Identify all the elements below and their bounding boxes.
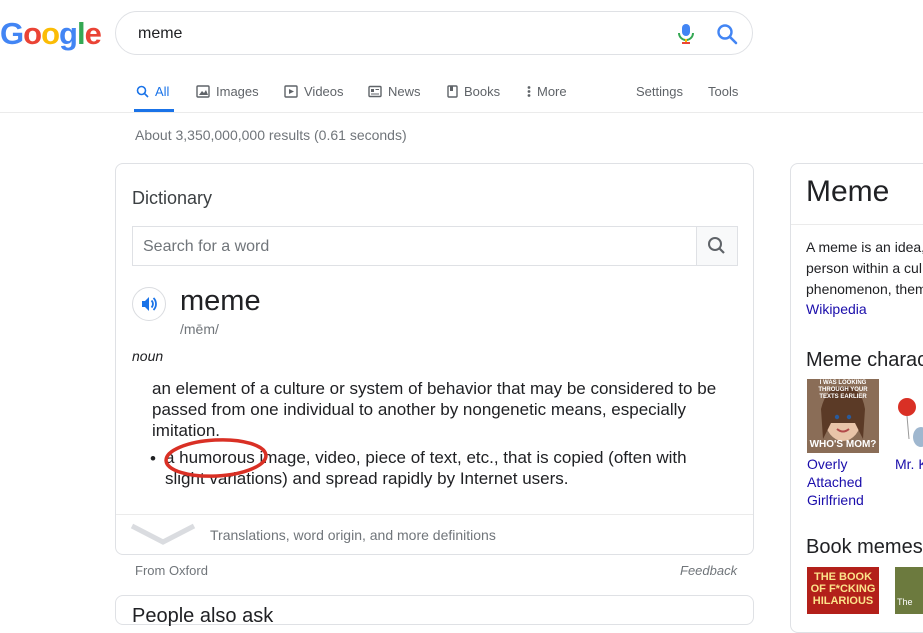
character-thumbnail[interactable]: I WAS LOOKING THROUGH YOUR TEXTS EARLIER…: [807, 379, 879, 453]
tab-all[interactable]: All: [136, 82, 169, 100]
knowledge-panel-description: A meme is an idea, person within a cul p…: [806, 237, 923, 300]
bullet: •: [150, 449, 156, 468]
definition-primary: an element of a culture or system of beh…: [152, 379, 717, 440]
character-label-line: Girlfriend: [807, 492, 864, 508]
search-icon: [708, 237, 725, 254]
word-search-button[interactable]: [696, 227, 737, 265]
tab-label: Images: [216, 83, 259, 99]
logo-letter: e: [84, 16, 102, 51]
description-line: person within a cul: [806, 260, 922, 276]
feedback-link[interactable]: Feedback: [680, 563, 737, 578]
pronunciation-button[interactable]: [132, 287, 166, 321]
red-circle-annotation: [164, 438, 268, 478]
character-label-line: Overly: [807, 456, 848, 472]
image-icon: [196, 84, 210, 98]
logo-letter: g: [59, 16, 78, 51]
tab-label: Videos: [304, 83, 344, 99]
tab-videos[interactable]: Videos: [284, 82, 344, 100]
search-icon: [136, 85, 149, 98]
books-heading: Book memes: [806, 536, 923, 558]
header-divider: [0, 112, 923, 113]
book-icon: [447, 84, 458, 98]
tab-settings[interactable]: Settings: [636, 82, 683, 100]
tab-label: All: [155, 83, 170, 99]
book-cover-text: THE BOOK OF F*CKING HILARIOUS: [810, 571, 876, 607]
character-label[interactable]: Overly Attached Girlfriend: [807, 455, 864, 509]
book-cover-text: The: [897, 597, 913, 607]
meme-bottom-text: WHO'S MOM?: [809, 439, 877, 450]
microphone-icon[interactable]: [676, 23, 696, 45]
book-cover[interactable]: The: [895, 567, 923, 614]
tab-label: More: [537, 83, 567, 99]
character-label-line: Attached: [807, 474, 863, 490]
next-card-title: People also ask: [132, 605, 274, 627]
speaker-icon: [142, 297, 157, 311]
character-label[interactable]: Mr. K: [895, 455, 923, 473]
logo-letter: o: [23, 16, 42, 51]
logo-letter: o: [41, 16, 60, 51]
description-line: phenomenon, them: [806, 281, 923, 297]
phonetic-spelling: /mēm/: [180, 321, 219, 337]
tab-label: Settings: [636, 83, 683, 99]
book-cover[interactable]: THE BOOK OF F*CKING HILARIOUS: [807, 567, 879, 614]
meme-top-text: I WAS LOOKING THROUGH YOUR TEXTS EARLIER: [818, 380, 868, 400]
logo-letter: l: [76, 16, 86, 51]
logo-letter: G: [0, 16, 24, 51]
google-logo[interactable]: Google: [0, 12, 102, 56]
search-input[interactable]: [136, 22, 660, 46]
characters-heading: Meme charac: [806, 349, 923, 371]
word-search-box: [132, 226, 738, 266]
tab-label: Books: [464, 83, 501, 99]
result-stats: About 3,350,000,000 results (0.61 second…: [135, 127, 407, 143]
tab-images[interactable]: Images: [196, 82, 259, 100]
tab-label: News: [388, 83, 421, 99]
tab-news[interactable]: News: [368, 82, 421, 100]
tab-books[interactable]: Books: [447, 82, 500, 100]
tab-label: Tools: [708, 83, 739, 99]
knowledge-panel-divider: [791, 224, 923, 225]
word-search-input[interactable]: [141, 236, 685, 258]
more-definitions-link[interactable]: Translations, word origin, and more defi…: [210, 527, 496, 543]
character-thumbnail[interactable]: [895, 379, 923, 453]
dictionary-card: [115, 163, 754, 555]
dictionary-word: meme: [180, 285, 261, 317]
news-icon: [368, 85, 382, 97]
tab-more[interactable]: More: [527, 82, 567, 100]
play-icon: [284, 84, 298, 98]
tab-tools[interactable]: Tools: [708, 82, 738, 100]
meme-image: [898, 398, 923, 447]
dictionary-title: Dictionary: [132, 188, 213, 208]
search-box: [115, 11, 753, 55]
search-icon[interactable]: [716, 23, 738, 45]
description-line: A meme is an idea,: [806, 239, 923, 255]
more-dots-icon: [527, 85, 531, 97]
card-divider: [116, 514, 753, 515]
dictionary-source: From Oxford: [135, 563, 208, 578]
wikipedia-link[interactable]: Wikipedia: [806, 301, 867, 317]
part-of-speech: noun: [132, 348, 164, 364]
chevron-down-icon[interactable]: [130, 522, 196, 548]
knowledge-panel-title: Meme: [806, 175, 890, 208]
